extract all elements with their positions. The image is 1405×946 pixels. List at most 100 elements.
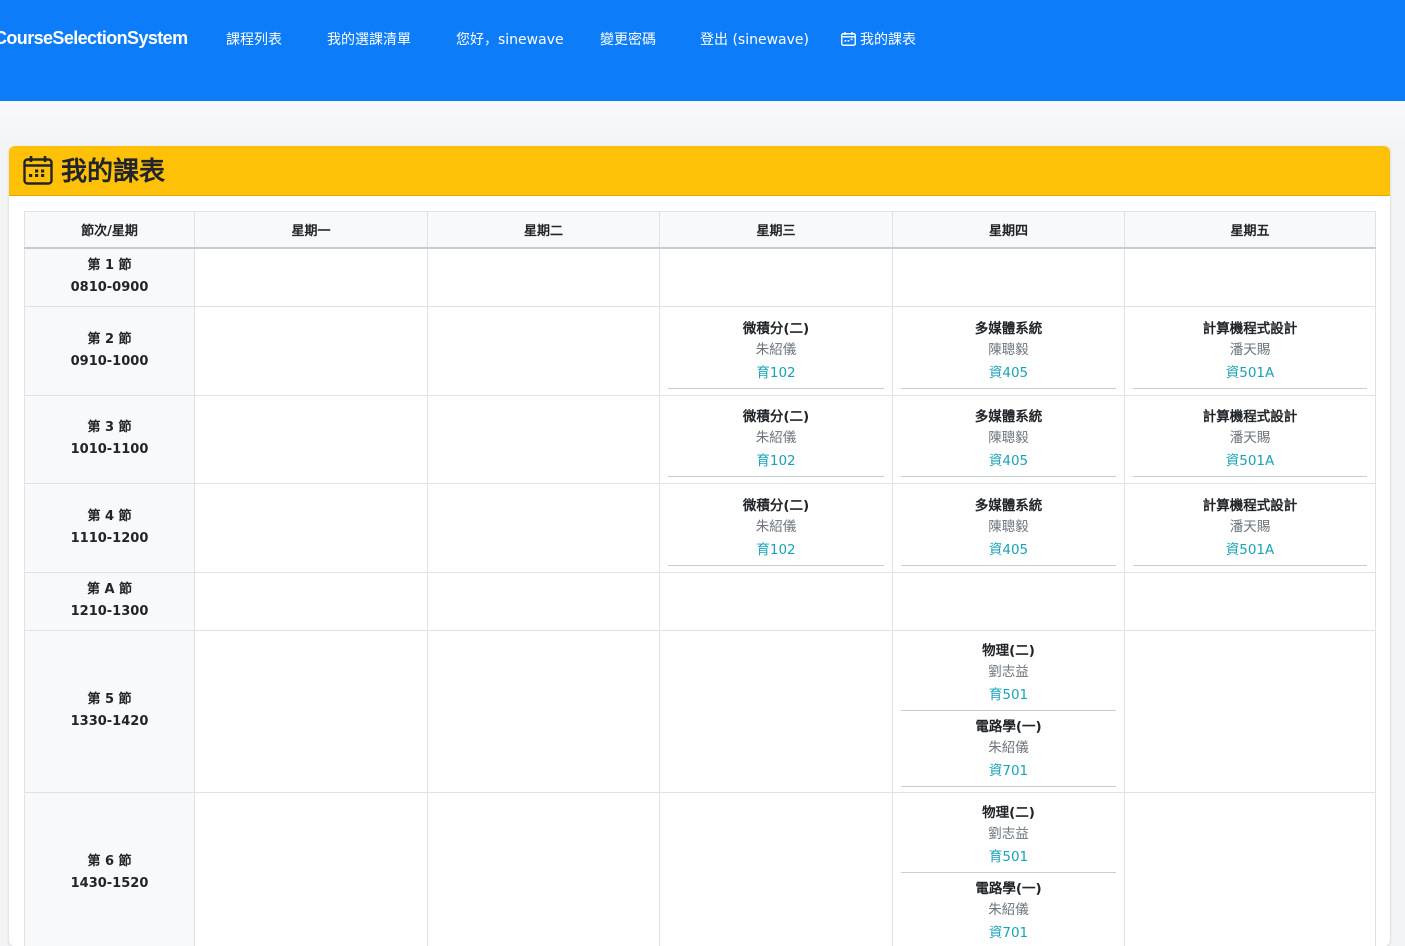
nav-my-selection[interactable]: 我的選課清單 [327,30,411,50]
course-entry: 多媒體系統 陳聰毅 資405 [901,490,1116,566]
nav-my-timetable-label: 我的課表 [860,32,916,48]
table-row: 第 6 節 1430-1520 物理(二) 劉志益 育501 電路學(一) 朱紹… [24,791,1376,946]
course-name: 計算機程式設計 [1202,497,1298,514]
period-time: 1010-1100 [70,442,149,457]
nav-logout[interactable]: 登出 (sinewave) [700,30,809,50]
slot-cell [1124,791,1376,946]
slot-cell [427,571,660,631]
period-time: 1330-1420 [70,714,149,729]
header-period: 節次/星期 [24,211,195,249]
period-label: 第 3 節 [87,420,132,435]
course-teacher: 朱紹儀 [755,518,797,535]
period-time: 1210-1300 [70,604,149,619]
course-entry: 計算機程式設計 潘天賜 資501A [1133,490,1367,566]
course-room-link[interactable]: 資501A [1226,540,1275,561]
slot-cell: 多媒體系統 陳聰毅 資405 [892,482,1125,573]
period-label: 第 6 節 [87,854,132,869]
slot-cell [892,247,1125,307]
course-name: 計算機程式設計 [1202,320,1298,337]
course-room-link[interactable]: 資701 [989,761,1028,782]
course-room-link[interactable]: 育102 [756,451,795,472]
slot-cell [1124,629,1376,793]
course-entry: 多媒體系統 陳聰毅 資405 [901,313,1116,389]
course-teacher: 朱紹儀 [988,740,1029,756]
slot-cell: 多媒體系統 陳聰毅 資405 [892,394,1125,484]
period-label: 第 1 節 [87,258,132,274]
period-cell: 第 6 節 1430-1520 [24,791,195,946]
nav-greeting[interactable]: 您好，sinewave [456,30,564,50]
page-background [0,101,1405,146]
course-teacher: 潘天賜 [1229,430,1271,446]
slot-cell [194,629,428,793]
period-cell: 第 5 節 1330-1420 [24,629,195,793]
course-room-link[interactable]: 資405 [989,451,1028,472]
course-entry: 微積分(二) 朱紹儀 育102 [668,401,884,477]
course-name: 物理(二) [982,643,1035,659]
course-room-link[interactable]: 資405 [989,540,1028,561]
table-row: 第 3 節 1010-1100 微積分(二) 朱紹儀 育102 多媒體系統 陳聰… [24,394,1376,484]
slot-cell: 物理(二) 劉志益 育501 電路學(一) 朱紹儀 資701 [892,629,1125,793]
period-time: 1110-1200 [70,530,149,546]
course-room-link[interactable]: 育501 [989,685,1028,706]
course-teacher: 朱紹儀 [755,341,797,358]
table-row: 第 4 節 1110-1200 微積分(二) 朱紹儀 育102 多媒體系統 陳聰… [24,482,1376,573]
slot-cell [427,247,660,307]
slot-cell: 微積分(二) 朱紹儀 育102 [659,394,893,484]
table-row: 第 A 節 1210-1300 [24,571,1376,631]
slot-cell [659,571,893,631]
course-entry: 電路學(一) 朱紹儀 資701 [901,873,1116,946]
course-teacher: 劉志益 [988,826,1029,842]
course-room-link[interactable]: 育102 [756,540,795,561]
course-teacher: 潘天賜 [1229,341,1271,358]
table-row: 第 2 節 0910-1000 微積分(二) 朱紹儀 育102 多媒體系統 陳聰… [24,305,1376,396]
slot-cell [427,791,660,946]
slot-cell: 微積分(二) 朱紹儀 育102 [659,482,893,573]
slot-cell [427,394,660,484]
calendar-icon [23,156,53,189]
course-name: 微積分(二) [742,320,810,337]
table-row: 第 5 節 1330-1420 物理(二) 劉志益 育501 電路學(一) 朱紹… [24,629,1376,793]
slot-cell [427,482,660,573]
nav-my-timetable[interactable]: 我的課表 [841,30,916,52]
table-header-row: 節次/星期 星期一 星期二 星期三 星期四 星期五 [24,211,1376,249]
period-cell: 第 A 節 1210-1300 [24,571,195,631]
course-room-link[interactable]: 資501A [1226,363,1275,384]
brand-link[interactable]: CourseSelectionSystem [0,28,188,49]
slot-cell [659,247,893,307]
slot-cell: 多媒體系統 陳聰毅 資405 [892,305,1125,396]
course-room-link[interactable]: 育102 [756,363,795,384]
card-header: 我的課表 [9,146,1390,196]
course-entry: 多媒體系統 陳聰毅 資405 [901,401,1116,477]
nav-course-list[interactable]: 課程列表 [226,30,282,50]
table-row: 第 1 節 0810-0900 [24,247,1376,307]
course-name: 電路學(一) [975,719,1042,735]
course-teacher: 陳聰毅 [988,430,1029,446]
course-name: 多媒體系統 [974,497,1043,514]
period-time: 0910-1000 [70,353,149,369]
slot-cell [194,394,428,484]
slot-cell [194,305,428,396]
course-teacher: 陳聰毅 [988,518,1029,535]
course-room-link[interactable]: 資501A [1226,451,1275,472]
course-room-link[interactable]: 資405 [989,363,1028,384]
page-title: 我的課表 [61,157,166,187]
course-name: 計算機程式設計 [1202,409,1298,425]
timetable-card: 我的課表 節次/星期 星期一 星期二 星期三 星期四 星期五 第 1 節 081… [9,146,1390,946]
course-entry: 微積分(二) 朱紹儀 育102 [668,313,884,389]
period-label: 第 4 節 [87,508,132,524]
course-room-link[interactable]: 育501 [989,847,1028,868]
slot-cell [1124,571,1376,631]
period-cell: 第 4 節 1110-1200 [24,482,195,573]
course-name: 多媒體系統 [974,409,1043,425]
slot-cell [194,482,428,573]
header-thursday: 星期四 [892,211,1125,249]
period-time: 0810-0900 [70,280,149,296]
slot-cell [659,629,893,793]
course-teacher: 劉志益 [988,664,1029,680]
slot-cell: 計算機程式設計 潘天賜 資501A [1124,482,1376,573]
course-teacher: 朱紹儀 [988,902,1029,918]
nav-change-password[interactable]: 變更密碼 [600,30,656,50]
period-label: 第 2 節 [87,331,132,347]
course-entry: 物理(二) 劉志益 育501 [901,635,1116,711]
slot-cell: 計算機程式設計 潘天賜 資501A [1124,305,1376,396]
